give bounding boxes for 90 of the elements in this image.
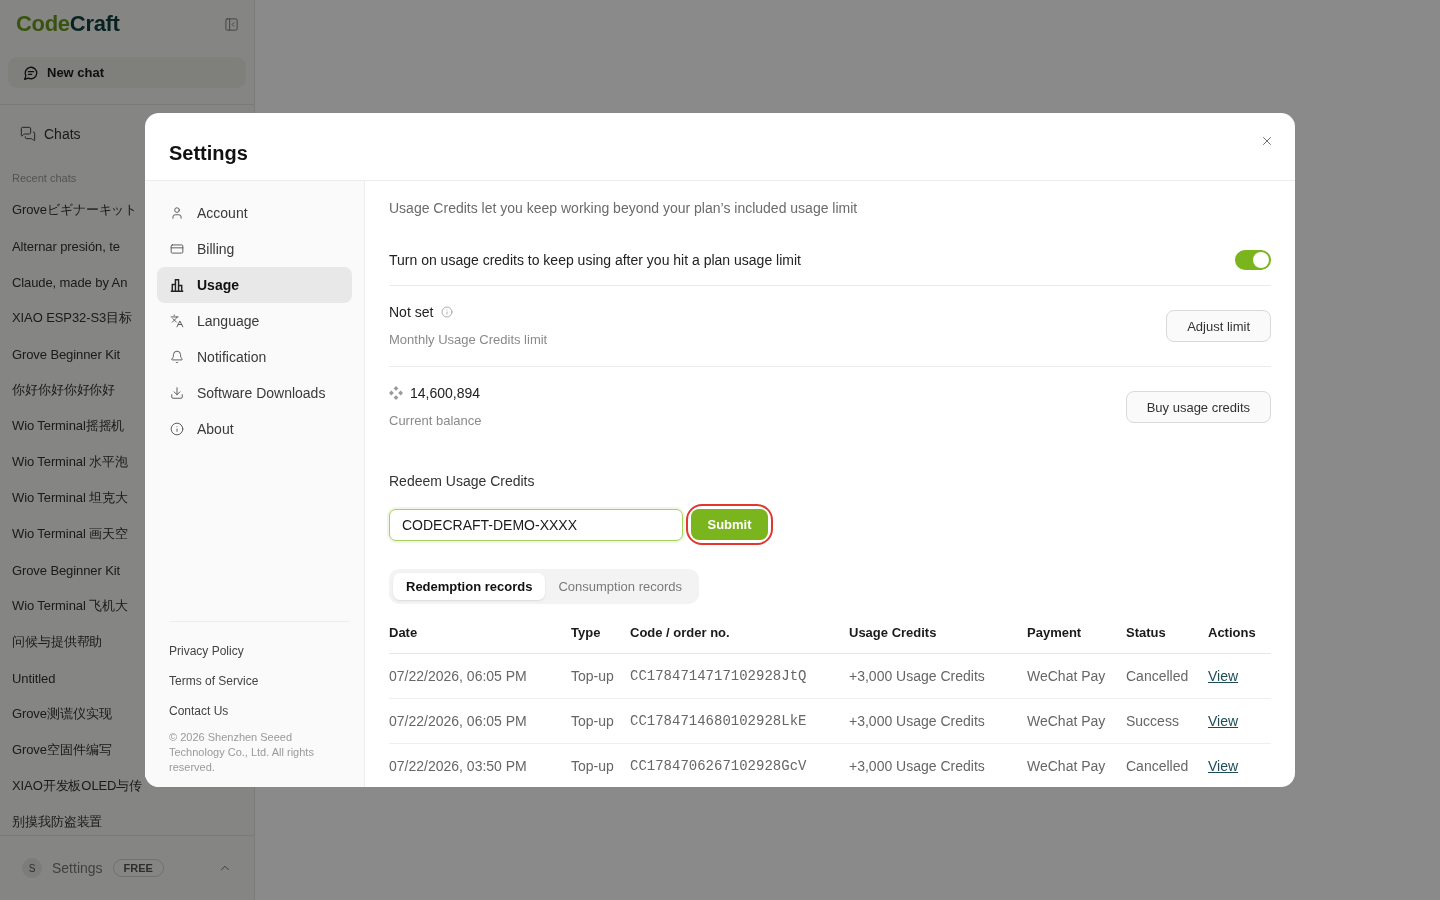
user-icon <box>170 206 184 220</box>
table-cell: +3,000 Usage Credits <box>849 698 1027 743</box>
chat-history-item[interactable]: Wio Terminal 水平泡 <box>12 444 128 480</box>
dialog-title: Settings <box>169 141 248 165</box>
footer-link[interactable]: Terms of Service <box>169 666 259 696</box>
credit-card-icon <box>170 242 184 256</box>
new-chat-button[interactable]: New chat <box>8 57 246 88</box>
toggle-switch[interactable] <box>1235 249 1271 270</box>
table-cell: 07/22/2026, 06:05 PM <box>389 653 571 698</box>
avatar: S <box>22 858 42 878</box>
settings-nav-item[interactable]: Language <box>157 303 352 339</box>
footer-link[interactable]: Contact Us <box>169 696 229 726</box>
bar-chart-icon <box>170 278 184 292</box>
table-cell: Top-up <box>571 653 630 698</box>
table-cell: CC1784714680102928LkE <box>630 698 849 743</box>
setting-label: Turn on usage credits to keep using after you hit a plan usage limit <box>389 250 801 270</box>
settings-nav-item[interactable]: Software Downloads <box>157 375 352 411</box>
info-icon[interactable] <box>441 306 454 318</box>
settings-nav-item[interactable]: Account <box>157 195 352 231</box>
column-header: Status <box>1126 613 1208 653</box>
chat-history-item[interactable]: Grove Beginner Kit <box>12 336 121 372</box>
table-cell: Cancelled <box>1126 743 1208 787</box>
chat-history-item[interactable]: Wio Terminal 坦克大 <box>12 480 128 516</box>
close-icon[interactable] <box>1260 134 1274 148</box>
bell-icon <box>170 350 184 364</box>
chat-history-item[interactable]: Grove测谎仪实现 <box>12 696 112 732</box>
table-cell: 07/22/2026, 03:50 PM <box>389 743 571 787</box>
download-icon <box>170 386 184 400</box>
info-icon <box>170 422 184 436</box>
view-link[interactable]: View <box>1208 667 1239 684</box>
buy-credits-button[interactable]: Buy usage credits <box>1125 391 1271 423</box>
section-description: Usage Credits let you keep working beyond your plan’s included usage limit <box>389 199 859 218</box>
chat-history-item[interactable]: Wio Terminal摇摇机 <box>12 408 125 444</box>
settings-nav-item[interactable]: Billing <box>157 231 352 267</box>
table-cell: CC1784706267102928GcV <box>630 743 849 787</box>
table-cell: Success <box>1126 698 1208 743</box>
adjust-limit-button[interactable]: Adjust limit <box>1166 310 1271 342</box>
view-link[interactable]: View <box>1208 712 1239 729</box>
footer-link[interactable]: Privacy Policy <box>169 636 244 666</box>
chat-history-item[interactable]: Claude, made by An <box>12 264 128 300</box>
chat-history-item[interactable]: 别摸我防盗装置 <box>12 804 103 835</box>
column-header: Code / order no. <box>630 613 849 653</box>
column-header: Type <box>571 613 630 653</box>
table-cell: 07/22/2026, 06:05 PM <box>389 698 571 743</box>
submit-button[interactable]: Submit <box>691 509 768 540</box>
records-tab[interactable]: Redemption records <box>393 573 546 600</box>
chat-history-item[interactable]: Groveビギナーキット <box>12 192 138 228</box>
settings-nav-item[interactable]: About <box>157 411 352 447</box>
chat-history-item[interactable]: Wio Terminal 飞机大 <box>12 588 128 624</box>
table-cell: WeChat Pay <box>1027 743 1126 787</box>
chat-bubble-icon <box>24 65 38 80</box>
settings-nav-item[interactable]: Notification <box>157 339 352 375</box>
balance-value: 14,600,894 <box>410 384 481 403</box>
redeem-code-input[interactable]: CODECRAFT-DEMO-XXXX <box>389 508 683 541</box>
copyright-text: © 2026 Shenzhen Seeed Technology Co., Ltd. All rights reserved. <box>169 730 315 775</box>
setting-caption: Current balance <box>389 412 482 430</box>
chat-history-item[interactable]: Alternar presión, te <box>12 228 120 264</box>
setting-caption: Monthly Usage Credits limit <box>389 331 548 349</box>
table-cell: WeChat Pay <box>1027 698 1126 743</box>
translate-icon <box>170 314 184 328</box>
column-header: Date <box>389 613 571 653</box>
chat-history-item[interactable]: 你好你好你好你好 <box>12 372 116 408</box>
chat-history-item[interactable]: 问候与提供帮助 <box>12 624 103 660</box>
chat-history-item[interactable]: XIAO ESP32-S3目标 <box>12 300 132 336</box>
column-header: Actions <box>1208 613 1271 653</box>
settings-nav-item[interactable]: Usage <box>157 267 352 303</box>
settings-label[interactable]: Settings <box>52 860 103 876</box>
table-cell: Top-up <box>571 698 630 743</box>
records-tab[interactable]: Consumption records <box>545 573 695 600</box>
speech-bubbles-icon <box>20 126 36 142</box>
chat-history-item[interactable]: Untitled <box>12 660 56 696</box>
column-header: Payment <box>1027 613 1126 653</box>
table-cell: CC1784714717102928JtQ <box>630 653 849 698</box>
table-cell: WeChat Pay <box>1027 653 1126 698</box>
logo: CodeCraft <box>16 11 120 37</box>
panel-collapse-icon[interactable] <box>224 16 239 32</box>
column-header: Usage Credits <box>849 613 1027 653</box>
table-cell: +3,000 Usage Credits <box>849 743 1027 787</box>
chat-history-item[interactable]: Wio Terminal 画天空 <box>12 516 128 552</box>
limit-value: Not set <box>389 303 434 322</box>
table-cell: Cancelled <box>1126 653 1208 698</box>
table-cell: +3,000 Usage Credits <box>849 653 1027 698</box>
chats-nav-item[interactable]: Chats <box>8 119 81 149</box>
chat-history-item[interactable]: XIAO开发板OLED与传 <box>12 768 143 804</box>
chat-history-item[interactable]: Grove Beginner Kit <box>12 552 121 588</box>
field-label: Redeem Usage Credits <box>389 472 535 491</box>
table-cell: Top-up <box>571 743 630 787</box>
chat-history-item[interactable]: Grove空固件编写 <box>12 732 112 768</box>
diamonds-icon <box>389 386 403 400</box>
view-link[interactable]: View <box>1208 757 1239 774</box>
